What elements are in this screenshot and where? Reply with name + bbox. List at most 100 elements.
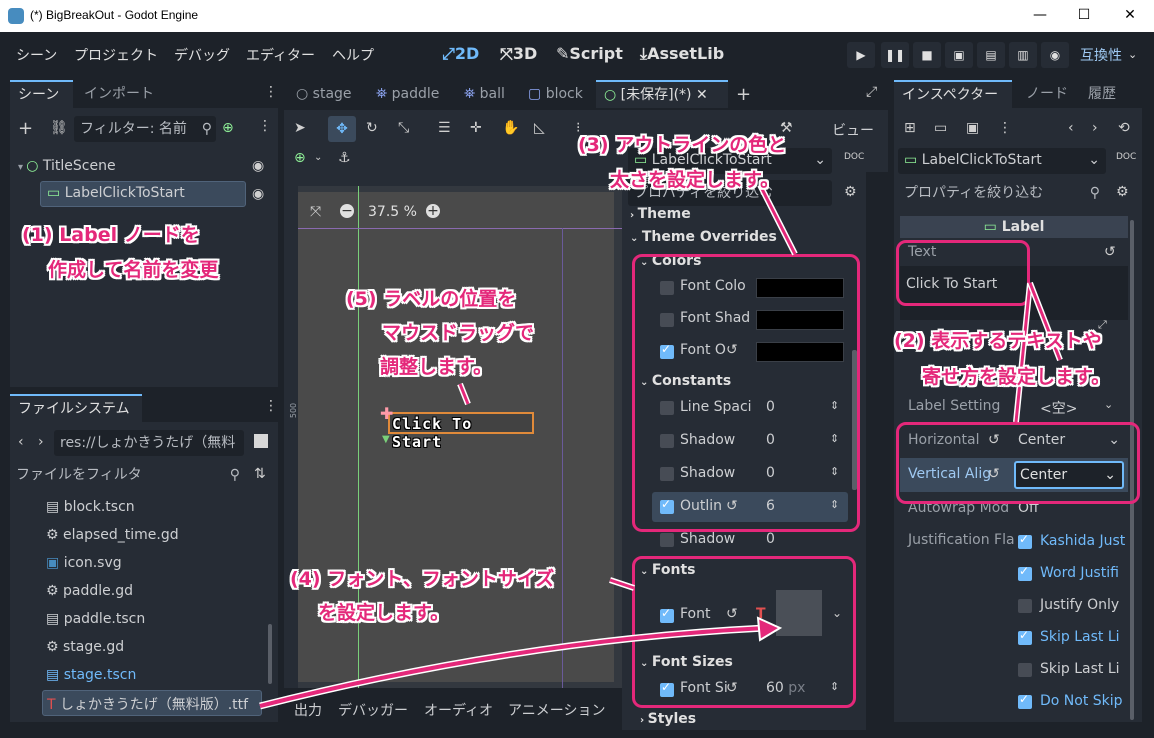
play-scene-icon[interactable]: ▤ xyxy=(977,42,1005,68)
zoom-out-icon[interactable]: − xyxy=(340,204,354,218)
shadow-offset-x-checkbox[interactable] xyxy=(660,434,674,448)
view-menu[interactable]: ビュー xyxy=(832,120,874,140)
tab-import[interactable]: インポート xyxy=(76,80,162,108)
file-item-selected[interactable]: T しょかきうたげ（無料版）.ttf xyxy=(42,690,262,716)
close-window-button[interactable]: ✕ xyxy=(1118,4,1142,26)
y-gizmo-arrow-icon[interactable]: ▼ xyxy=(382,434,390,445)
font-shadow-color-swatch[interactable] xyxy=(756,310,844,330)
inspector-filter-input[interactable]: プロパティを絞り込む ⚲ xyxy=(898,180,1106,206)
do-not-skip-checkbox[interactable] xyxy=(1018,692,1032,709)
chevron-down-icon[interactable]: ⌄ xyxy=(314,152,322,163)
select-tool-icon[interactable]: ➤ xyxy=(294,120,306,136)
mode-script-button[interactable]: ✎Script xyxy=(556,44,623,63)
tab-unsaved[interactable]: ○ [未保存](*) ✕ xyxy=(596,80,728,108)
mode-assetlib-button[interactable]: ⤓AssetLib xyxy=(640,44,724,64)
remote-debug-icon[interactable]: ▣ xyxy=(945,42,973,68)
revert-icon[interactable]: ↺ xyxy=(726,606,738,622)
section-styles[interactable]: › Styles xyxy=(640,711,696,727)
scrollbar[interactable] xyxy=(1130,220,1134,720)
scene-filter-input[interactable]: フィルター: 名前 ⚲ xyxy=(74,116,216,142)
skip-last-line-checkbox[interactable] xyxy=(1018,628,1032,645)
scene-menu-icon[interactable]: ⋮ xyxy=(258,118,272,134)
section-theme-overrides[interactable]: ⌄ Theme Overrides xyxy=(630,229,777,245)
outline-size-checkbox[interactable] xyxy=(660,497,674,514)
font-size-checkbox[interactable] xyxy=(660,680,674,697)
spinner-icon[interactable]: ⇕ xyxy=(830,399,839,412)
maximize-button[interactable]: ☐ xyxy=(1072,4,1096,26)
menu-editor[interactable]: エディター xyxy=(246,45,315,65)
label-node-preview[interactable]: Click To Start xyxy=(388,412,534,451)
new-resource-icon[interactable]: ⊞ xyxy=(904,120,916,136)
menu-debug[interactable]: デバッグ xyxy=(174,45,230,65)
chevron-down-icon[interactable]: ⌄ xyxy=(1128,48,1137,61)
menu-help[interactable]: ヘルプ xyxy=(332,45,374,65)
tab-paddle[interactable]: ⛯ paddle xyxy=(368,80,447,108)
class-header[interactable]: ▭ Label xyxy=(900,216,1128,238)
split-view-icon[interactable] xyxy=(254,434,268,448)
font-outline-color-checkbox[interactable] xyxy=(660,342,674,359)
menu-scene[interactable]: シーン xyxy=(16,45,57,65)
spinner-icon[interactable]: ⇕ xyxy=(830,680,839,693)
tab-audio[interactable]: オーディオ xyxy=(424,700,493,720)
section-font-sizes[interactable]: ⌄ Font Sizes xyxy=(640,654,733,670)
file-item[interactable]: ⚙ paddle.gd xyxy=(46,583,133,599)
add-tab-icon[interactable]: + xyxy=(736,84,751,105)
font-color-swatch[interactable] xyxy=(756,278,844,298)
chevron-down-icon[interactable]: ⌄ xyxy=(832,606,842,620)
tree-node-labelclicktostart[interactable]: ▭ LabelClickToStart xyxy=(40,181,246,207)
history-back-icon[interactable]: ‹ xyxy=(1068,120,1074,136)
tab-output[interactable]: 出力 xyxy=(294,700,322,720)
move-tool-icon[interactable]: ✥ xyxy=(328,116,356,142)
mode-3d-button[interactable]: ⤧3D xyxy=(500,44,537,64)
file-filter-input[interactable]: ファイルをフィルタ ⚲ xyxy=(10,462,246,488)
revert-icon[interactable]: ↺ xyxy=(726,680,738,696)
shadow-offset-x-value[interactable]: 0 xyxy=(766,432,775,448)
add-node-icon[interactable]: + xyxy=(18,118,33,139)
dock-menu-icon[interactable]: ⋮ xyxy=(264,398,278,414)
pivot-icon[interactable]: ✛ xyxy=(470,120,482,136)
line-spacing-checkbox[interactable] xyxy=(660,401,674,415)
scale-tool-icon[interactable]: ⤡ xyxy=(398,120,409,136)
zoom-reset-icon[interactable]: ⤧ xyxy=(310,204,321,220)
font-size-value[interactable]: 60 px xyxy=(766,680,805,696)
file-item[interactable]: ⚙ elapsed_time.gd xyxy=(46,527,179,543)
minimize-button[interactable]: — xyxy=(1028,4,1052,26)
revert-icon[interactable]: ↺ xyxy=(988,466,1000,482)
section-theme[interactable]: › Theme xyxy=(630,206,691,222)
play-icon[interactable]: ▶ xyxy=(847,42,875,68)
skip-last-line-visible-checkbox[interactable] xyxy=(1018,663,1032,677)
tools-icon[interactable]: ⚙ xyxy=(1116,184,1129,200)
movie-icon[interactable]: ◉ xyxy=(1041,42,1069,68)
link-icon[interactable]: ⛓ xyxy=(50,120,68,136)
shadow-offset-y-checkbox[interactable] xyxy=(660,467,674,481)
tab-stage[interactable]: ○ stage xyxy=(288,80,360,108)
scrollbar[interactable] xyxy=(268,624,272,684)
open-folder-icon[interactable]: ▭ xyxy=(934,120,947,136)
tab-ball[interactable]: ⛯ ball xyxy=(456,80,513,108)
zoom-level[interactable]: 37.5 % xyxy=(368,204,417,220)
scrollbar[interactable] xyxy=(852,350,857,490)
tools-icon[interactable]: ⚙ xyxy=(844,184,857,200)
tab-block[interactable]: ▢ block xyxy=(520,80,591,108)
spinner-icon[interactable]: ⇕ xyxy=(830,498,839,511)
add-anchor-icon[interactable]: ⊕ xyxy=(294,150,306,166)
justify-only-checkbox[interactable] xyxy=(1018,599,1032,613)
file-item[interactable]: ▤ stage.tscn xyxy=(46,667,136,683)
tab-animation[interactable]: アニメーション xyxy=(508,700,605,720)
font-color-checkbox[interactable] xyxy=(660,281,674,295)
outline-size-value[interactable]: 6 xyxy=(766,498,775,514)
sort-icon[interactable]: ⇅ xyxy=(254,466,266,482)
path-input[interactable]: res://しょかきうたげ（無料 xyxy=(54,430,244,456)
pause-icon[interactable]: ❚❚ xyxy=(881,42,909,68)
revert-icon[interactable]: ↺ xyxy=(726,498,738,514)
section-constants[interactable]: ⌄ Constants xyxy=(640,373,731,389)
autowrap-mode-value[interactable]: Off xyxy=(1018,500,1039,516)
shadow-offset-y-value[interactable]: 0 xyxy=(766,465,775,481)
tab-filesystem[interactable]: ファイルシステム xyxy=(10,394,142,422)
section-fonts[interactable]: ⌄ Fonts xyxy=(640,562,695,578)
text-property-editor[interactable]: Click To Start xyxy=(900,266,1128,320)
revert-icon[interactable]: ↺ xyxy=(1104,244,1116,260)
vertical-alignment-select[interactable]: Center ⌄ xyxy=(1014,461,1124,489)
mode-2d-button[interactable]: ⤢2D xyxy=(442,44,479,64)
play-custom-icon[interactable]: ▥ xyxy=(1009,42,1037,68)
